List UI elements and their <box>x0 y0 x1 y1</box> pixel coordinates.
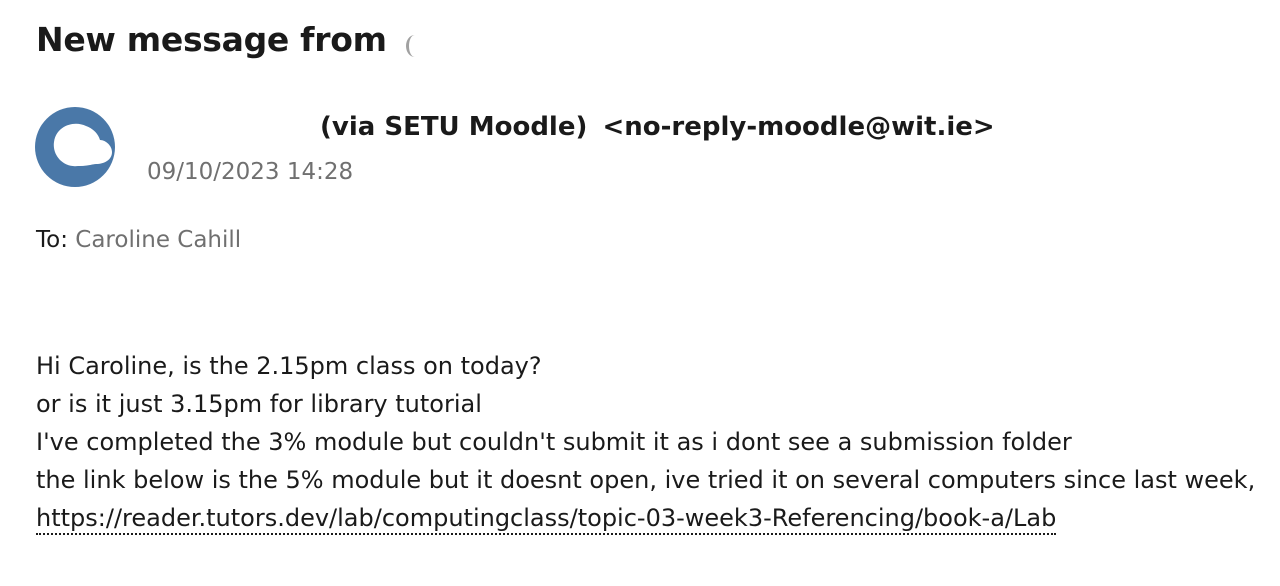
recipient-name[interactable]: Caroline Cahill <box>75 227 241 253</box>
sender-via: (via SETU Moodle) <box>320 112 588 142</box>
message-body: Hi Caroline, is the 2.15pm class on toda… <box>36 347 1266 537</box>
tutorial-link[interactable]: https://reader.tutors.dev/lab/computingc… <box>36 504 1057 535</box>
message-timestamp: 09/10/2023 14:28 <box>147 159 354 185</box>
title-text: New message from <box>36 20 387 59</box>
to-row: To: Caroline Cahill <box>36 227 241 253</box>
to-label: To: <box>36 227 68 253</box>
body-line-4: the link below is the 5% module but it d… <box>36 466 1256 494</box>
sender-email[interactable]: <no-reply-moodle@wit.ie> <box>602 112 994 142</box>
sender-avatar <box>34 106 116 188</box>
message-title: New message from <box>36 20 424 59</box>
body-line-1: Hi Caroline, is the 2.15pm class on toda… <box>36 352 542 380</box>
redacted-sender-name <box>398 27 424 57</box>
body-line-2: or is it just 3.15pm for library tutoria… <box>36 390 482 418</box>
sender-line: (via SETU Moodle) <no-reply-moodle@wit.i… <box>320 112 995 142</box>
body-link-line: https://reader.tutors.dev/lab/computingc… <box>36 499 1266 537</box>
cloud-logo-icon <box>35 107 115 187</box>
body-line-3: I've completed the 3% module but couldn'… <box>36 428 1072 456</box>
